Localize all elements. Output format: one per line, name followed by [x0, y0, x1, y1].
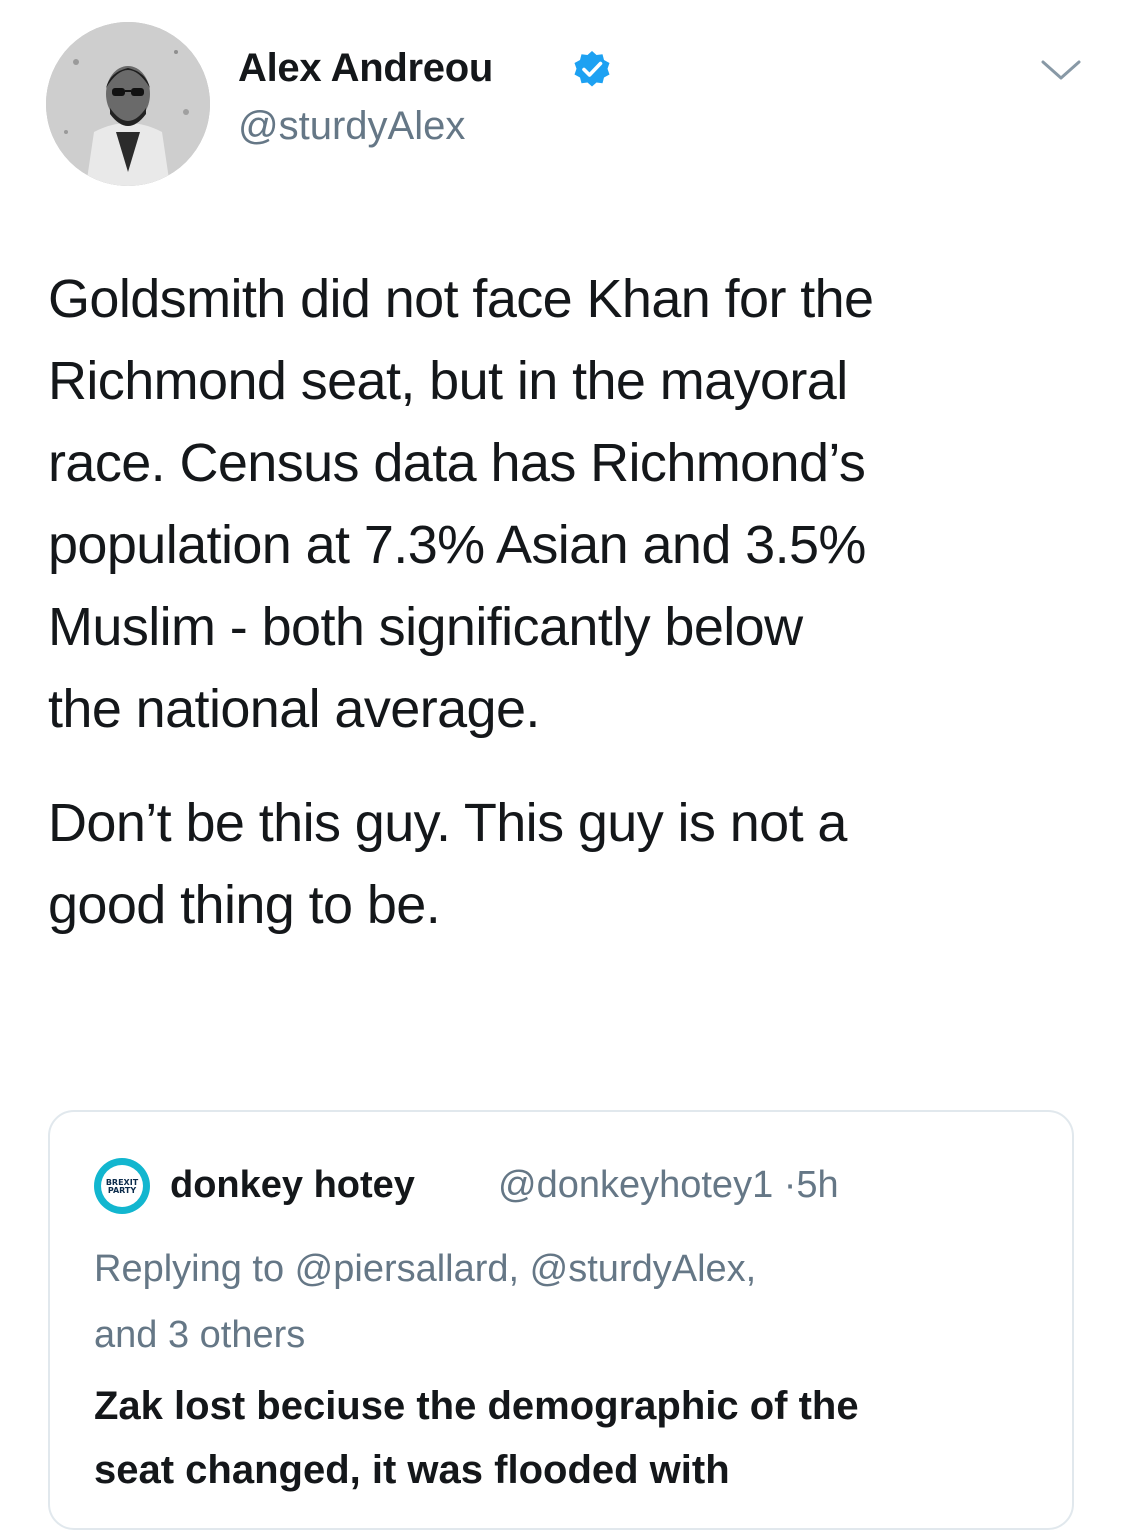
- tweet-text: Goldsmith did not face Khan for the Rich…: [48, 258, 1108, 946]
- replying-to: Replying to @piersallard, @sturdyAlex, a…: [94, 1236, 1054, 1368]
- brexit-party-logo: BREXIT PARTY: [101, 1165, 143, 1207]
- brexit-party-logo-text: BREXIT PARTY: [105, 1178, 139, 1195]
- tweet: Alex Andreou @sturdyAlex Goldsmith did n…: [0, 0, 1124, 1530]
- author-avatar[interactable]: [46, 22, 210, 186]
- tweet-line: Don’t be this guy. This guy is not a: [48, 793, 847, 853]
- tweet-line: good thing to be.: [48, 875, 441, 935]
- replying-to-line[interactable]: Replying to @piersallard, @sturdyAlex,: [94, 1236, 1054, 1302]
- chevron-down-icon[interactable]: [1040, 56, 1082, 84]
- quoted-line: Zak lost beciuse the demographic of the: [94, 1384, 859, 1428]
- tweet-line: Richmond seat, but in the mayoral: [48, 351, 848, 411]
- author-handle[interactable]: @sturdyAlex: [238, 104, 465, 149]
- quoted-meta: @donkeyhotey1 ·5h: [498, 1164, 839, 1207]
- tweet-line: the national average.: [48, 679, 540, 739]
- avatar-photo: [46, 22, 210, 186]
- meta-separator: ·: [783, 1164, 797, 1206]
- tweet-line: population at 7.3% Asian and 3.5%: [48, 515, 866, 575]
- tweet-line: Goldsmith did not face Khan for the: [48, 269, 874, 329]
- quoted-author-handle[interactable]: @donkeyhotey1: [498, 1164, 773, 1206]
- quoted-tweet-text: Zak lost beciuse the demographic of the …: [94, 1374, 1054, 1502]
- quoted-timestamp[interactable]: 5h: [796, 1164, 838, 1206]
- quoted-author-avatar[interactable]: BREXIT PARTY: [94, 1158, 150, 1214]
- tweet-line: race. Census data has Richmond’s: [48, 433, 866, 493]
- tweet-line: Muslim - both significantly below: [48, 597, 803, 657]
- replying-to-others[interactable]: and 3 others: [94, 1302, 1054, 1368]
- quoted-line: seat changed, it was flooded with: [94, 1448, 730, 1492]
- quoted-author-name[interactable]: donkey hotey: [170, 1164, 415, 1207]
- author-name[interactable]: Alex Andreou: [238, 46, 493, 91]
- quoted-tweet-card[interactable]: BREXIT PARTY donkey hotey @donkeyhotey1 …: [48, 1110, 1074, 1530]
- verified-badge-icon: [574, 51, 610, 87]
